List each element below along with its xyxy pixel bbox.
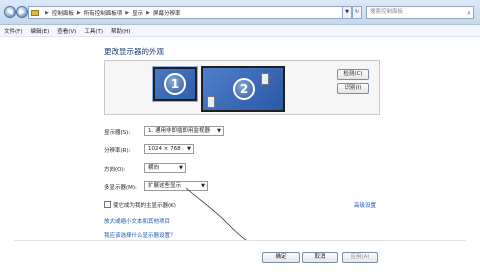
monitor-preview: 1 2 检测(C) 识别(I)	[104, 60, 380, 115]
ok-button[interactable]: 确定	[262, 252, 300, 263]
main-display-checkbox-label[interactable]: 使它成为我的主显示器(K)	[113, 201, 176, 209]
monitor-mini-icon	[207, 96, 215, 108]
monitor-1[interactable]: 1	[152, 66, 198, 102]
resolution-value: 1024 × 768	[148, 146, 181, 152]
menu-bar: 文件(F) 编辑(E) 查看(V) 工具(T) 帮助(H)	[0, 25, 480, 37]
display-select[interactable]: 1. 通用非即插即用监视器 ▼	[144, 126, 224, 136]
divider	[14, 240, 466, 241]
breadcrumb-display[interactable]: 显示	[132, 9, 143, 17]
address-dropdown-button[interactable]: ▼	[342, 6, 352, 19]
title-bar: ◀ ▶ ▶ 控制面板 ▶ 所有控制面板项 ▶ 显示 ▶ 屏幕分辨率 ▼ ↻ 搜索…	[0, 0, 480, 25]
main-display-checkbox[interactable]	[104, 201, 111, 208]
chevron-down-icon: ▼	[217, 128, 221, 134]
menu-file[interactable]: 文件(F)	[4, 27, 22, 35]
chevron-down-icon: ▼	[187, 146, 191, 152]
chevron-right-icon: ▶	[76, 9, 81, 16]
search-placeholder: 搜索控制面板	[370, 9, 404, 15]
folder-icon	[31, 9, 39, 16]
monitor-1-number: 1	[164, 73, 186, 95]
display-help-link[interactable]: 我应该选择什么显示器设置？	[104, 231, 176, 239]
multi-display-label: 多显示器(M):	[104, 185, 137, 191]
chevron-down-icon: ▼	[201, 183, 205, 189]
breadcrumb-screen-resolution[interactable]: 屏幕分辨率	[153, 9, 181, 17]
resolution-select[interactable]: 1024 × 768 ▼	[144, 144, 194, 154]
orientation-select[interactable]: 横向 ▼	[144, 163, 186, 173]
display-value: 1. 通用非即插即用监视器	[148, 128, 210, 134]
chevron-right-icon: ▶	[146, 9, 150, 16]
breadcrumb-all-items[interactable]: 所有控制面板项	[84, 9, 123, 17]
identify-button[interactable]: 识别(I)	[337, 83, 369, 94]
refresh-button[interactable]: ↻	[352, 6, 362, 19]
text-size-link[interactable]: 放大或缩小文本和其他项目	[104, 217, 170, 225]
chevron-right-icon: ▶	[125, 9, 130, 16]
display-label: 显示器(S):	[104, 130, 131, 136]
search-icon[interactable]: ⌕	[467, 8, 471, 19]
chevron-down-icon: ▼	[179, 165, 183, 171]
breadcrumb-control-panel[interactable]: 控制面板	[52, 9, 74, 17]
monitor-2-number: 2	[233, 78, 255, 100]
multi-display-select[interactable]: 扩展这些显示 ▼	[144, 181, 208, 191]
monitor-2[interactable]: 2	[201, 66, 285, 112]
forward-button[interactable]: ▶	[16, 6, 28, 18]
menu-help[interactable]: 帮助(H)	[111, 27, 130, 35]
menu-edit[interactable]: 编辑(E)	[30, 27, 49, 35]
chevron-right-icon: ▶	[45, 9, 49, 16]
page-title: 更改显示器的外观	[104, 47, 164, 56]
orientation-label: 方向(O):	[104, 167, 126, 173]
back-button[interactable]: ◀	[4, 6, 16, 18]
search-input[interactable]: 搜索控制面板 ⌕	[366, 6, 474, 19]
cancel-button[interactable]: 取消	[302, 252, 338, 263]
advanced-settings-link[interactable]: 高级设置	[354, 201, 376, 209]
address-bar[interactable]: ▶ 控制面板 ▶ 所有控制面板项 ▶ 显示 ▶ 屏幕分辨率	[28, 6, 362, 19]
resolution-label: 分辨率(R):	[104, 148, 131, 154]
annotation-stroke	[185, 187, 247, 241]
orientation-value: 横向	[148, 165, 160, 171]
menu-view[interactable]: 查看(V)	[57, 27, 76, 35]
menu-tools[interactable]: 工具(T)	[84, 27, 103, 35]
multi-display-value: 扩展这些显示	[148, 183, 182, 189]
apply-button[interactable]: 应用(A)	[342, 252, 378, 263]
monitor-mini-icon	[261, 73, 269, 85]
detect-button[interactable]: 检测(C)	[337, 69, 369, 80]
